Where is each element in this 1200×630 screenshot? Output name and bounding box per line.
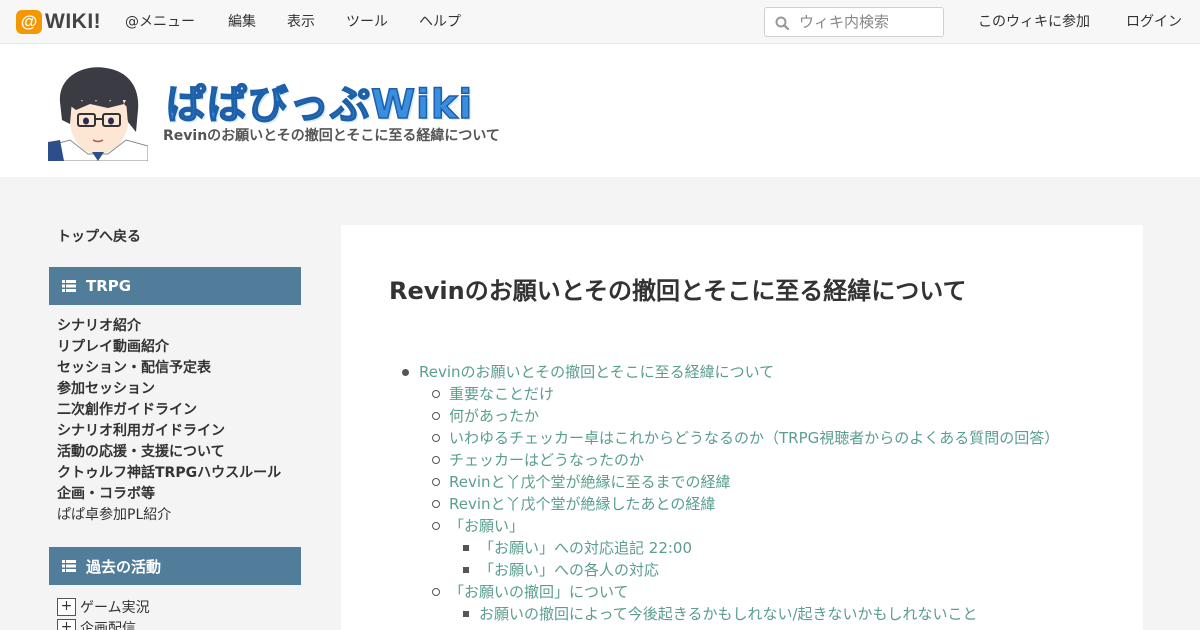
toc-link[interactable]: Revinと丫戊个堂が絶縁したあとの経緯 (449, 495, 715, 513)
menu-at-menu[interactable]: @メニュー (125, 0, 195, 44)
toc-item: チェッカーはどうなったのか (389, 449, 1059, 471)
toc-link[interactable]: 「お願い」 (449, 517, 524, 535)
toc-link[interactable]: 「お願いの撤回」について (449, 583, 629, 601)
sidebar-toggle-label[interactable]: ゲーム実況 (80, 597, 150, 617)
search-input[interactable] (799, 8, 939, 36)
sidebar-section-trpg: TRPG (49, 267, 301, 305)
back-to-top-link[interactable]: トップへ戻る (57, 226, 141, 246)
main-content: Revinのお願いとその撤回とそこに至る経緯について Revinのお願いとその撤… (341, 225, 1143, 630)
sidebar-item-players[interactable]: ぱぱ卓参加PL紹介 (57, 505, 281, 526)
sidebar-toggle-game[interactable]: + ゲーム実況 (57, 597, 150, 617)
menu-help[interactable]: ヘルプ (419, 0, 461, 44)
join-wiki-link[interactable]: このウィキに参加 (978, 0, 1090, 44)
login-link[interactable]: ログイン (1126, 0, 1182, 44)
sidebar-item-scenario-guideline[interactable]: シナリオ利用ガイドライン (57, 421, 281, 442)
toc-item: 「お願い」への各人の対応 (389, 559, 1059, 581)
toc-item: Revinと丫戊个堂が絶縁したあとの経緯 (389, 493, 1059, 515)
menu-tools[interactable]: ツール (346, 0, 388, 44)
toc-item: Revinと丫戊个堂が絶縁に至るまでの経緯 (389, 471, 1059, 493)
table-of-contents: Revinのお願いとその撤回とそこに至る経緯について 重要なことだけ 何があった… (389, 361, 1059, 625)
list-icon (62, 280, 76, 292)
logo-text: WIKI! (45, 10, 102, 33)
page-subtitle: Revinのお願いとその撤回とそこに至る経緯について (163, 128, 500, 144)
toc-link[interactable]: いわゆるチェッカー卓はこれからどうなるのか（TRPG視聴者からのよくある質問の回… (449, 429, 1059, 447)
toc-link[interactable]: Revinと丫戊个堂が絶縁に至るまでの経緯 (449, 473, 731, 491)
list-icon (62, 560, 76, 572)
toc-link[interactable]: Revinのお願いとその撤回とそこに至る経緯について (419, 363, 774, 381)
sidebar-item-house-rules[interactable]: クトゥルフ神話TRPGハウスルール (57, 463, 281, 484)
sidebar-toggle-label[interactable]: 企画配信 (80, 618, 136, 630)
sidebar-item-collab[interactable]: 企画・コラボ等 (57, 484, 281, 505)
menu-view[interactable]: 表示 (287, 0, 315, 44)
top-bar: @ WIKI! @メニュー 編集 表示 ツール ヘルプ このウィキに参加 ログイ… (0, 0, 1200, 44)
toc-item: お願いの撤回によって今後起きるかもしれない/起きないかもしれないこと (389, 603, 1059, 625)
toc-item: 「お願いの撤回」について (389, 581, 1059, 603)
site-avatar[interactable] (48, 62, 148, 161)
sidebar-section-title: TRPG (86, 277, 132, 295)
sidebar-item-scenario[interactable]: シナリオ紹介 (57, 316, 281, 337)
site-header: ぱぱびっぷWiki Revinのお願いとその撤回とそこに至る経緯について (0, 44, 1200, 177)
toc-link[interactable]: 重要なことだけ (449, 385, 554, 403)
toc-item: いわゆるチェッカー卓はこれからどうなるのか（TRPG視聴者からのよくある質問の回… (389, 427, 1059, 449)
sidebar-toggle-stream[interactable]: + 企画配信 (57, 618, 136, 630)
expand-icon[interactable]: + (57, 619, 76, 630)
search-box (764, 7, 944, 37)
toc-item: 重要なことだけ (389, 383, 1059, 405)
toc-item: 「お願い」への対応追記 22:00 (389, 537, 1059, 559)
sidebar-item-sessions[interactable]: 参加セッション (57, 379, 281, 400)
atwiki-logo[interactable]: @ WIKI! (16, 10, 101, 34)
toc-item: 何があったか (389, 405, 1059, 427)
toc-link[interactable]: 何があったか (449, 407, 539, 425)
toc-item: 「お願い」 (389, 515, 1059, 537)
sidebar-section-title: 過去の活動 (86, 557, 162, 576)
search-icon[interactable] (775, 16, 789, 30)
sidebar-item-schedule[interactable]: セッション・配信予定表 (57, 358, 281, 379)
toc-link[interactable]: 「お願い」への対応追記 22:00 (479, 539, 692, 557)
toc-link[interactable]: 「お願い」への各人の対応 (479, 561, 659, 579)
logo-mark: @ (16, 10, 42, 34)
page-title: Revinのお願いとその撤回とそこに至る経緯について (389, 277, 967, 305)
toc-item: Revinのお願いとその撤回とそこに至る経緯について (389, 361, 1059, 383)
sidebar-section-past: 過去の活動 (49, 547, 301, 585)
sidebar-list: シナリオ紹介 リプレイ動画紹介 セッション・配信予定表 参加セッション 二次創作… (57, 316, 281, 526)
expand-icon[interactable]: + (57, 598, 76, 616)
sidebar-item-support[interactable]: 活動の応援・支援について (57, 442, 281, 463)
sidebar-item-fan-guideline[interactable]: 二次創作ガイドライン (57, 400, 281, 421)
toc-link[interactable]: お願いの撤回によって今後起きるかもしれない/起きないかもしれないこと (479, 605, 978, 623)
site-title[interactable]: ぱぱびっぷWiki (165, 72, 473, 130)
toc-link[interactable]: チェッカーはどうなったのか (449, 451, 644, 469)
sidebar-item-replay[interactable]: リプレイ動画紹介 (57, 337, 281, 358)
menu-edit[interactable]: 編集 (228, 0, 256, 44)
